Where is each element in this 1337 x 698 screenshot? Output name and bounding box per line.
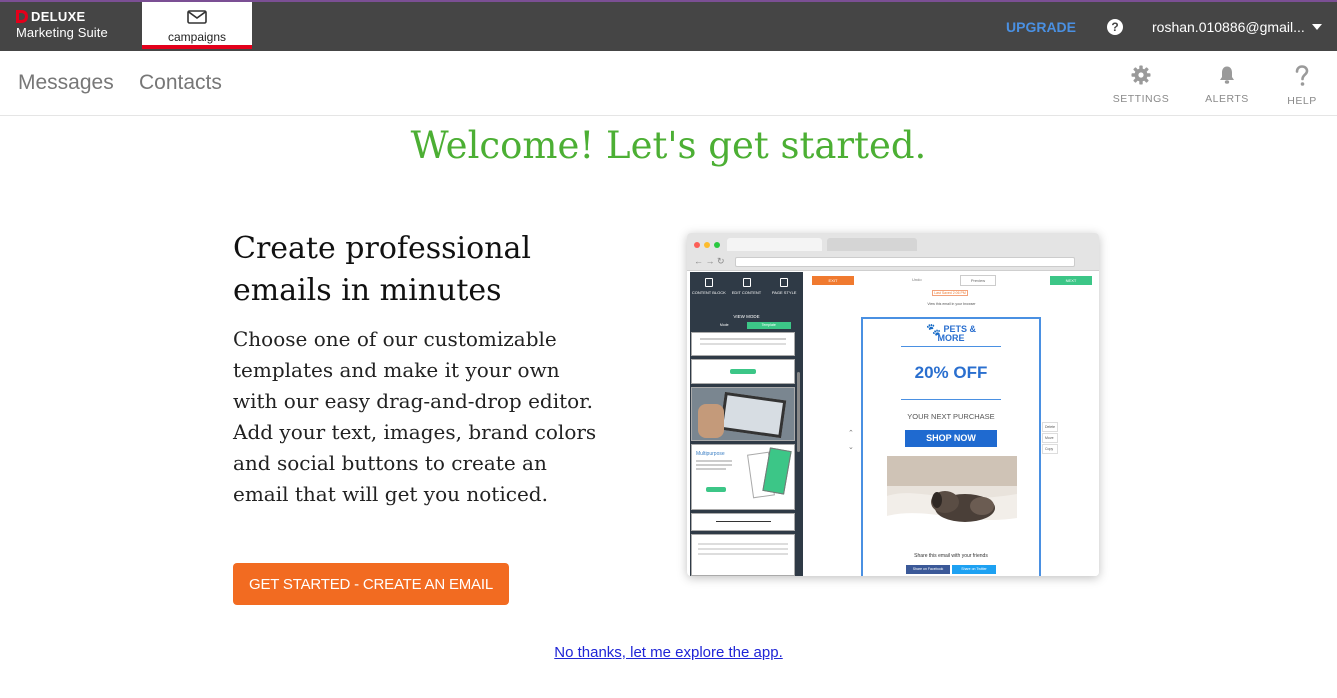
template-thumb: Multipurpose [691,444,795,510]
mock-undo: Undo [912,277,922,282]
twitter-share-button: Share on Twitter [952,565,996,574]
mock-view-in-browser: View this email in your browser [927,302,976,306]
email-template: 🐾 PETS & MORE 20% OFF YOUR NEXT PURCHASE… [861,317,1041,576]
tab-campaigns[interactable]: campaigns [142,2,252,49]
page-style-tool: PAGE STYLE [765,272,803,306]
brand-logo[interactable]: DELUXE Marketing Suite [16,9,108,40]
browser-tab [727,238,822,251]
template-thumb [691,513,795,531]
email-share-text: Share this email with your friends [914,553,988,559]
explore-app-link[interactable]: No thanks, let me explore the app. [554,644,782,661]
browser-nav-icons: ← → ↻ [694,256,725,266]
divider [901,346,1001,347]
template-thumb [691,387,795,441]
browser-chrome: ← → ↻ [687,233,1099,271]
mock-last-saved: Last Saved 2:06 PM [932,290,968,296]
mock-preview-button: Preview [960,275,996,286]
alerts-label: ALERTS [1205,93,1249,105]
editor-sidebar: CONTENT BLOCK EDIT CONTENT PAGE STYLE VI… [690,272,803,576]
top-bar: DELUXE Marketing Suite campaigns UPGRADE… [0,0,1337,51]
settings-label: SETTINGS [1112,93,1170,105]
editor-preview-image: ← → ↻ CONTENT BLOCK EDIT CONTENT PAGE ST… [687,233,1099,576]
address-bar [735,257,1075,267]
envelope-icon [187,10,207,24]
welcome-heading: Welcome! Let's get started. [410,124,927,167]
brand-name: DELUXE [31,8,86,24]
settings-button[interactable]: SETTINGS [1106,65,1176,105]
view-mode-toggle: Mode Template [702,322,791,329]
brand-product: Marketing Suite [16,25,108,40]
user-menu[interactable]: roshan.010886@gmail... [1152,19,1322,35]
mock-exit-button: EXIT [812,276,854,285]
nav-contacts[interactable]: Contacts [139,71,222,95]
chevron-down-icon [1311,24,1322,30]
get-started-button[interactable]: GET STARTED - CREATE AN EMAIL [233,563,509,605]
mock-move-arrows: ⌃ ⌄ [848,430,854,451]
template-thumb [691,359,795,384]
email-offer: 20% OFF [914,363,988,382]
upgrade-link[interactable]: UPGRADE [1006,19,1076,35]
sub-navigation: Messages Contacts SETTINGS ALERTS HELP [0,51,1337,116]
pets-more-logo: 🐾 PETS & MORE [926,322,976,343]
feature-headline: Create professional emails in minutes [233,231,531,308]
user-email: roshan.010886@gmail... [1152,19,1305,35]
maximize-dot-icon [714,242,720,248]
alerts-button[interactable]: ALERTS [1192,65,1262,105]
minimize-dot-icon [704,242,710,248]
mock-next-button: NEXT [1050,276,1092,285]
question-mark-icon [1295,65,1309,86]
help-label: HELP [1287,95,1317,107]
browser-tab [827,238,917,251]
template-thumb [691,534,795,576]
close-dot-icon [694,242,700,248]
skip-link-row: No thanks, let me explore the app. [0,644,1337,661]
email-shop-now-button: SHOP NOW [905,430,997,447]
content-block-tool: CONTENT BLOCK [690,272,728,306]
template-thumb [691,332,795,356]
tab-campaigns-label: campaigns [167,30,227,44]
editor-canvas: EXIT Undo Preview NEXT Last Saved 2:06 P… [804,272,1099,576]
view-mode-label: VIEW MODE [733,314,760,319]
divider [901,399,1001,400]
deluxe-logo-icon [16,9,28,23]
help-button[interactable]: HELP [1267,65,1337,107]
bell-icon [1220,66,1234,84]
gear-icon [1131,65,1151,85]
email-next-purchase: YOUR NEXT PURCHASE [907,412,995,421]
feature-description: Choose one of our customizable templates… [233,327,597,506]
help-icon[interactable]: ? [1107,19,1123,35]
dog-photo [887,456,1017,543]
sidebar-scrollbar [797,372,800,452]
edit-content-tool: EDIT CONTENT [728,272,766,306]
facebook-share-button: Share on Facebook [906,565,950,574]
nav-messages[interactable]: Messages [18,71,114,95]
block-side-tools: Delete Move Copy [1042,422,1058,455]
